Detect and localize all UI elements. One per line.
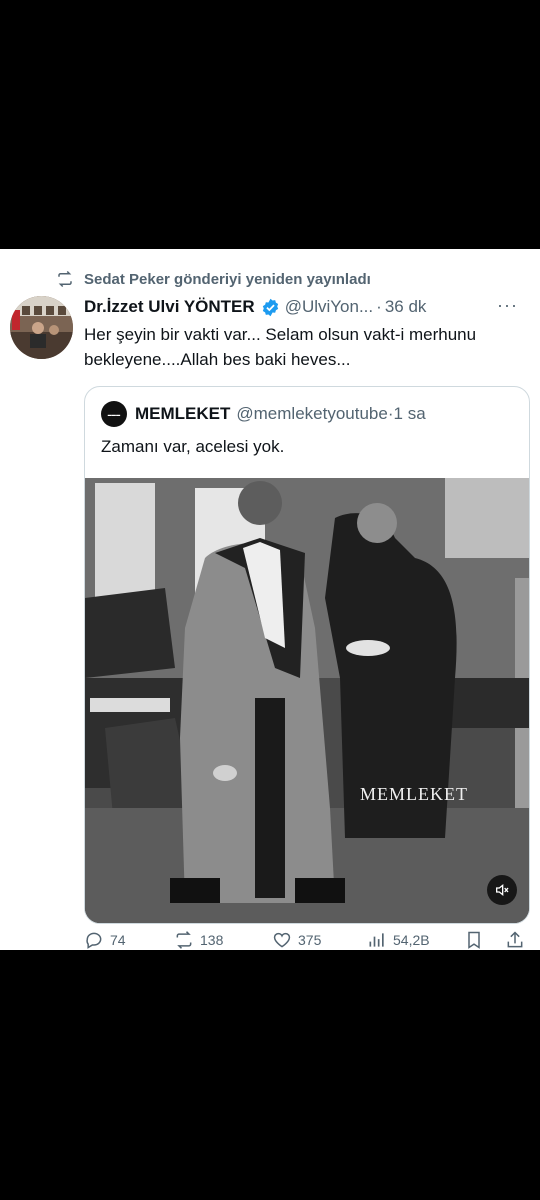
quoted-tweet-text: Zamanı var, acelesi yok. (101, 437, 285, 456)
avatar[interactable] (10, 296, 73, 359)
share-button[interactable] (505, 930, 525, 950)
retweet-icon (58, 270, 72, 288)
like-button[interactable]: 375 (272, 930, 321, 950)
quoted-tweet[interactable]: ▬▬▬ MEMLEKET @memleketyoutube · 1 sa Zam… (84, 386, 530, 924)
quoted-author-handle[interactable]: @memleketyoutube (236, 404, 387, 424)
reply-count: 74 (110, 932, 126, 948)
video-player[interactable]: MEMLEKET (85, 478, 529, 923)
tweet-actions: 74 138 375 54,2B (84, 929, 530, 951)
tweet-time[interactable]: 36 dk (385, 297, 427, 317)
mute-button[interactable] (487, 875, 517, 905)
author-handle[interactable]: @UlviYon... (285, 297, 373, 317)
retweet-context: Sedat Peker gönderiyi yeniden yayınladı (56, 269, 371, 289)
speaker-muted-icon (496, 883, 509, 897)
verified-badge-icon (262, 298, 278, 316)
video-watermark: MEMLEKET (360, 784, 468, 804)
quoted-author-name[interactable]: MEMLEKET (135, 404, 230, 424)
tweet-card[interactable]: Sedat Peker gönderiyi yeniden yayınladı … (0, 249, 540, 950)
author-name[interactable]: Dr.İzzet Ulvi YÖNTER (84, 297, 255, 317)
quoted-tweet-header: ▬▬▬ MEMLEKET @memleketyoutube · 1 sa (101, 401, 426, 427)
bookmark-icon (468, 931, 480, 949)
quoted-tweet-time[interactable]: 1 sa (394, 404, 426, 424)
repost-button[interactable]: 138 (174, 930, 223, 950)
like-count: 375 (298, 932, 322, 948)
repost-icon (176, 931, 192, 949)
quoted-avatar[interactable]: ▬▬▬ (101, 401, 127, 427)
views-chart-icon (369, 933, 384, 947)
views-count: 54,2B (393, 932, 430, 948)
bookmark-button[interactable] (464, 930, 484, 950)
tweet-header: Dr.İzzet Ulvi YÖNTER @UlviYon... · 36 dk… (84, 295, 530, 319)
video-frame (85, 478, 529, 923)
share-icon (507, 931, 523, 948)
views-button[interactable]: 54,2B (367, 930, 430, 950)
tweet-text: Her şeyin bir vakti var... Selam olsun v… (84, 325, 477, 369)
reply-button[interactable]: 74 (84, 930, 126, 950)
repost-count: 138 (200, 932, 224, 948)
heart-icon (273, 932, 291, 948)
more-options-icon[interactable]: ··· (497, 295, 518, 316)
reply-icon (86, 932, 102, 949)
retweet-label: Sedat Peker gönderiyi yeniden yayınladı (84, 270, 371, 288)
separator-dot: · (376, 297, 382, 316)
